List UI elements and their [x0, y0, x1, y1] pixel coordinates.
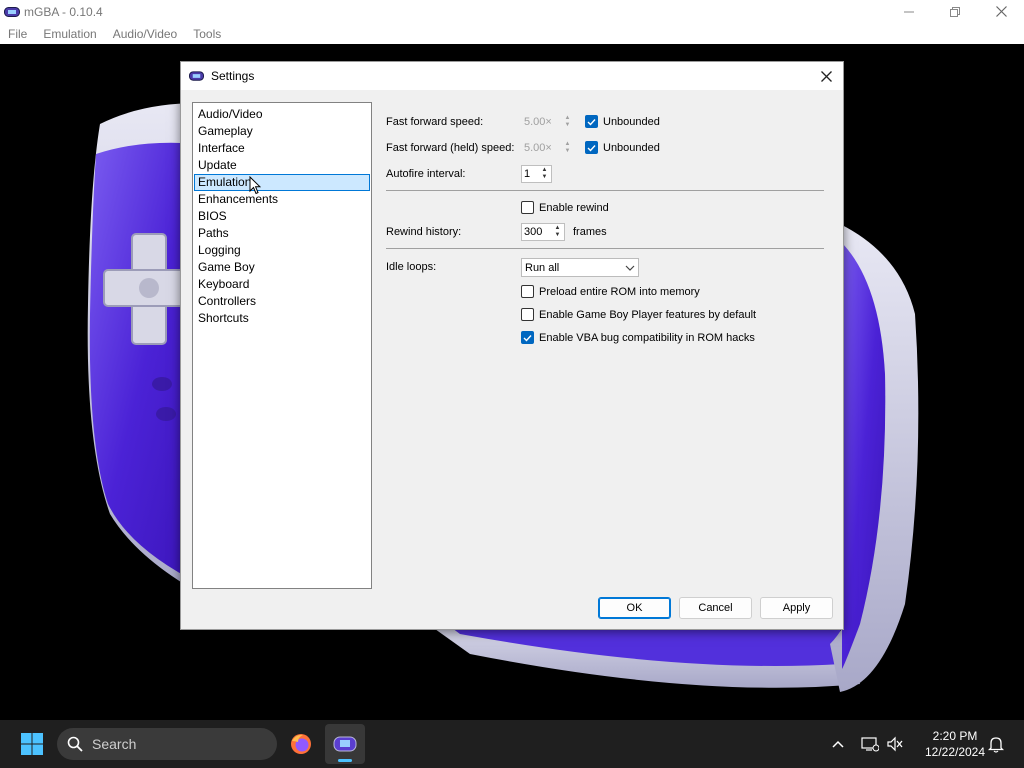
- rewind-history-value: 300: [524, 226, 543, 238]
- cancel-button[interactable]: Cancel: [679, 597, 752, 619]
- mgba-app-icon: [189, 71, 204, 81]
- minimize-button[interactable]: [886, 0, 932, 23]
- chevron-down-icon: [622, 265, 638, 271]
- preload-rom-checkbox[interactable]: Preload entire ROM into memory: [521, 285, 700, 298]
- category-bios[interactable]: BIOS: [194, 208, 370, 225]
- category-gameplay[interactable]: Gameplay: [194, 123, 370, 140]
- taskbar-app-mgba[interactable]: [325, 724, 365, 764]
- category-enhancements[interactable]: Enhancements: [194, 191, 370, 208]
- search-icon: [67, 736, 83, 752]
- spin-arrows-icon: ▲ ▼: [564, 141, 571, 154]
- category-paths[interactable]: Paths: [194, 225, 370, 242]
- volume-button[interactable]: [885, 734, 905, 754]
- dialog-close-button[interactable]: [817, 67, 835, 85]
- close-window-button[interactable]: [978, 0, 1024, 23]
- ok-button[interactable]: OK: [598, 597, 671, 619]
- idle-loops-label: Idle loops:: [386, 261, 437, 273]
- category-interface[interactable]: Interface: [194, 140, 370, 157]
- start-button[interactable]: [12, 732, 52, 756]
- dialog-title: Settings: [211, 69, 255, 83]
- settings-dialog: Settings Audio/Video Gameplay Interface …: [180, 61, 844, 630]
- taskbar-app-firefox[interactable]: [281, 724, 321, 764]
- volume-muted-icon: [887, 736, 903, 752]
- restore-button[interactable]: [932, 0, 978, 23]
- dialog-titlebar: Settings: [181, 62, 843, 90]
- category-shortcuts[interactable]: Shortcuts: [194, 310, 370, 327]
- checkbox-empty-icon: [521, 285, 534, 298]
- category-controllers[interactable]: Controllers: [194, 293, 370, 310]
- category-update[interactable]: Update: [194, 157, 370, 174]
- menu-audio-video[interactable]: Audio/Video: [107, 27, 184, 41]
- taskbar: Search 2:20 PM 12/22/2024: [0, 720, 1024, 768]
- enable-rewind-checkbox[interactable]: Enable rewind: [521, 201, 609, 214]
- menubar: File Emulation Audio/Video Tools: [0, 23, 1024, 44]
- notifications-button[interactable]: [986, 734, 1006, 754]
- ff-unbounded-label: Unbounded: [603, 115, 660, 128]
- rewind-history-label: Rewind history:: [386, 226, 462, 238]
- mgba-icon: [333, 736, 357, 752]
- taskbar-search-box[interactable]: Search: [57, 728, 277, 760]
- window-title: mGBA - 0.10.4: [24, 4, 103, 19]
- autofire-label: Autofire interval:: [386, 168, 466, 180]
- ff-speed-spinbox[interactable]: 5.00× ▲ ▼: [521, 113, 575, 131]
- idle-loops-value: Run all: [525, 261, 560, 274]
- network-button[interactable]: [860, 734, 880, 754]
- minimize-icon: [904, 11, 914, 12]
- ffh-unbounded-label: Unbounded: [603, 141, 660, 154]
- ffh-speed-label: Fast forward (held) speed:: [386, 142, 515, 154]
- rewind-history-unit: frames: [573, 226, 607, 238]
- window-titlebar: mGBA - 0.10.4: [0, 0, 1024, 23]
- preload-rom-label: Preload entire ROM into memory: [539, 285, 700, 298]
- idle-loops-dropdown[interactable]: Run all: [521, 258, 639, 277]
- ff-speed-value: 5.00×: [524, 116, 552, 128]
- gb-player-checkbox[interactable]: Enable Game Boy Player features by defau…: [521, 308, 756, 321]
- chevron-up-icon: [832, 740, 844, 748]
- close-icon: [820, 70, 832, 82]
- ff-unbounded-checkbox[interactable]: Unbounded: [585, 115, 660, 128]
- checkmark-icon: [585, 141, 598, 154]
- category-audio-video[interactable]: Audio/Video: [194, 106, 370, 123]
- ffh-speed-spinbox[interactable]: 5.00× ▲ ▼: [521, 139, 575, 157]
- spin-arrows-icon: ▲ ▼: [564, 115, 571, 128]
- enable-rewind-label: Enable rewind: [539, 201, 609, 214]
- category-logging[interactable]: Logging: [194, 242, 370, 259]
- emulation-settings-pane: Fast forward speed: 5.00× ▲ ▼ Unbounded F…: [386, 102, 826, 552]
- category-emulation[interactable]: Emulation: [194, 174, 370, 191]
- category-game-boy[interactable]: Game Boy: [194, 259, 370, 276]
- ff-speed-label: Fast forward speed:: [386, 116, 484, 128]
- checkbox-empty-icon: [521, 308, 534, 321]
- autofire-value: 1: [524, 168, 531, 180]
- ffh-speed-value: 5.00×: [524, 142, 552, 154]
- autofire-spinbox[interactable]: 1 ▲ ▼: [521, 165, 552, 183]
- category-keyboard[interactable]: Keyboard: [194, 276, 370, 293]
- menu-emulation[interactable]: Emulation: [37, 27, 102, 41]
- menu-file[interactable]: File: [2, 27, 33, 41]
- apply-button[interactable]: Apply: [760, 597, 833, 619]
- notification-bell-icon: [988, 737, 1004, 753]
- checkbox-empty-icon: [521, 201, 534, 214]
- ffh-unbounded-checkbox[interactable]: Unbounded: [585, 141, 660, 154]
- vba-bug-label: Enable VBA bug compatibility in ROM hack…: [539, 331, 755, 344]
- firefox-icon: [291, 734, 311, 754]
- checkmark-icon: [585, 115, 598, 128]
- menu-tools[interactable]: Tools: [187, 27, 227, 41]
- checkmark-icon: [521, 331, 534, 344]
- mouse-cursor-icon: [249, 176, 261, 195]
- mgba-app-icon: [4, 6, 20, 17]
- section-divider: [386, 248, 824, 249]
- spin-arrows-icon: ▲ ▼: [554, 225, 561, 238]
- active-app-indicator: [338, 759, 352, 762]
- settings-category-list: Audio/Video Gameplay Interface Update Em…: [192, 102, 372, 589]
- vba-bug-checkbox[interactable]: Enable VBA bug compatibility in ROM hack…: [521, 331, 755, 344]
- show-hidden-icons-button[interactable]: [828, 734, 848, 754]
- gb-player-label: Enable Game Boy Player features by defau…: [539, 308, 757, 321]
- rewind-history-spinbox[interactable]: 300 ▲ ▼: [521, 223, 565, 241]
- search-placeholder: Search: [92, 736, 137, 752]
- restore-icon: [950, 6, 960, 17]
- close-icon: [995, 6, 1007, 17]
- spin-arrows-icon: ▲ ▼: [541, 167, 548, 180]
- section-divider: [386, 190, 824, 191]
- network-icon: [861, 737, 879, 752]
- windows-start-icon: [21, 733, 43, 755]
